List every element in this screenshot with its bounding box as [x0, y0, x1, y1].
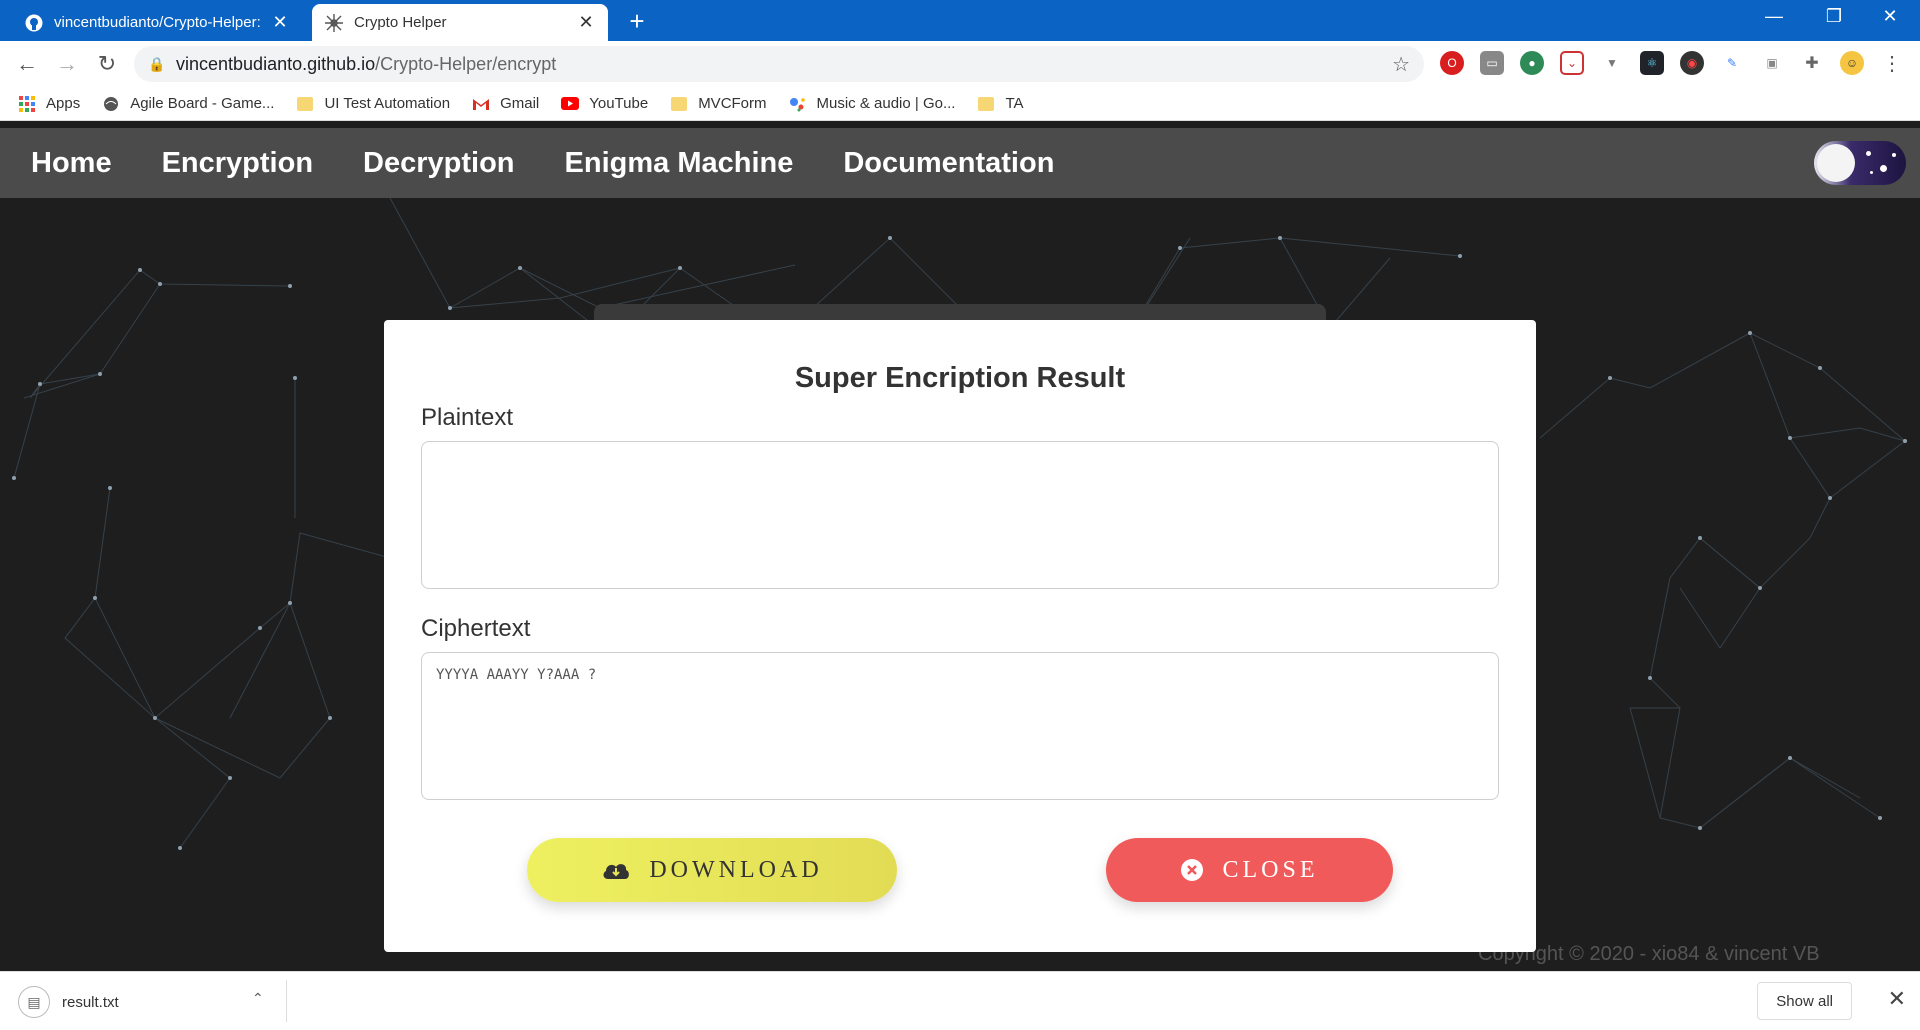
close-button[interactable]: CLOSE [1106, 838, 1393, 902]
moon-icon [1817, 144, 1855, 182]
apps-grid-icon [18, 95, 36, 113]
cloud-download-icon [601, 859, 631, 881]
new-tab-button[interactable]: + [622, 6, 652, 37]
close-tab-icon[interactable]: ✕ [576, 12, 596, 33]
opera-extension-icon[interactable]: O [1440, 51, 1464, 75]
bookmark-ta[interactable]: TA [977, 95, 1024, 113]
folder-icon [296, 95, 314, 113]
globe-icon [102, 95, 120, 113]
close-circle-icon [1180, 858, 1204, 882]
download-shelf: ▤ result.txt ⌃ Show all ✕ [0, 971, 1920, 1030]
folder-icon [977, 95, 995, 113]
close-label: CLOSE [1222, 856, 1319, 883]
github-icon [24, 13, 44, 33]
shelf-divider [286, 980, 287, 1022]
plaintext-label: Plaintext [421, 404, 514, 431]
close-shelf-icon[interactable]: ✕ [1888, 986, 1906, 1012]
youtube-icon [561, 95, 580, 113]
window-close-button[interactable]: ✕ [1870, 6, 1910, 27]
bookmark-label: YouTube [589, 95, 649, 112]
nav-encryption[interactable]: Encryption [162, 147, 313, 180]
download-label: DOWNLOAD [649, 856, 823, 883]
screenshot-extension-icon[interactable]: ▣ [1760, 51, 1784, 75]
bookmark-agile-board[interactable]: Agile Board - Game... [102, 95, 274, 113]
bookmark-label: Agile Board - Game... [130, 95, 275, 112]
url-host: vincentbudianto.github.io [176, 53, 376, 74]
ciphertext-textarea[interactable]: YYYYA AAAYY Y?AAA ? [421, 652, 1499, 800]
vue-extension-icon[interactable]: ▼ [1600, 51, 1624, 75]
bookmark-label: Gmail [500, 95, 540, 112]
bookmark-ui-test-automation[interactable]: UI Test Automation [296, 95, 450, 113]
bookmark-mvcform[interactable]: MVCForm [670, 95, 767, 113]
star-icon [1870, 171, 1873, 174]
crypto-helper-favicon [324, 13, 344, 33]
url-path: /Crypto-Helper/encrypt [375, 53, 557, 74]
browser-toolbar: ← → ↻ 🔒 vincentbudianto.github.io/Crypto… [0, 41, 1920, 87]
encryption-result-modal: Super Encription Result Plaintext Cipher… [384, 320, 1536, 952]
star-icon [1880, 165, 1887, 172]
address-bar[interactable]: 🔒 vincentbudianto.github.io/Crypto-Helpe… [134, 46, 1424, 82]
record-extension-icon[interactable]: ◉ [1680, 51, 1704, 75]
google-assistant-icon [789, 95, 807, 113]
download-file-name: result.txt [62, 993, 119, 1011]
tab-github[interactable]: vincentbudianto/Crypto-Helper: ✕ [12, 4, 302, 41]
reload-icon[interactable]: ↻ [92, 49, 122, 79]
text-file-icon: ▤ [18, 986, 50, 1018]
extensions-area: O ▭ ● ⌄ ▼ ⚛ ◉ ✎ ▣ ✚ ☺ [1440, 51, 1864, 75]
bookmark-label: MVCForm [698, 95, 767, 112]
dark-mode-toggle[interactable] [1814, 141, 1906, 185]
bookmark-label: Music & audio | Go... [816, 95, 956, 112]
browser-menu-icon[interactable]: ⋮ [1882, 51, 1902, 76]
bookmark-label: TA [1005, 95, 1024, 112]
star-icon [1866, 151, 1871, 156]
close-tab-icon[interactable]: ✕ [270, 12, 290, 33]
globe-extension-icon[interactable]: ● [1520, 51, 1544, 75]
ciphertext-label: Ciphertext [421, 615, 531, 642]
page-content: Home Encryption Decryption Enigma Machin… [0, 128, 1920, 971]
profile-avatar-icon[interactable]: ☺ [1840, 51, 1864, 75]
nav-home[interactable]: Home [31, 147, 112, 180]
bookmark-music-audio[interactable]: Music & audio | Go... [789, 95, 956, 113]
nav-enigma-machine[interactable]: Enigma Machine [565, 147, 794, 180]
nav-decryption[interactable]: Decryption [363, 147, 514, 180]
back-arrow-icon[interactable]: ← [12, 49, 42, 79]
download-item[interactable]: ▤ result.txt [18, 986, 288, 1018]
star-icon [1892, 153, 1896, 157]
bookmark-label: UI Test Automation [324, 95, 451, 112]
lock-icon: 🔒 [148, 55, 166, 72]
folder-icon [670, 95, 688, 113]
react-extension-icon[interactable]: ⚛ [1640, 51, 1664, 75]
minimize-button[interactable]: — [1754, 6, 1794, 27]
show-all-button[interactable]: Show all [1757, 982, 1852, 1020]
tab-title: Crypto Helper [354, 14, 447, 31]
browser-tab-strip: vincentbudianto/Crypto-Helper: ✕ Crypto … [0, 0, 1920, 41]
forward-arrow-icon[interactable]: → [52, 49, 82, 79]
restore-button[interactable]: ❐ [1814, 6, 1854, 27]
pocket-extension-icon[interactable]: ⌄ [1560, 51, 1584, 75]
bookmark-youtube[interactable]: YouTube [561, 95, 648, 113]
bookmark-label: Apps [46, 95, 81, 112]
bookmark-apps[interactable]: Apps [18, 95, 80, 113]
nav-documentation[interactable]: Documentation [843, 147, 1054, 180]
plaintext-textarea[interactable] [421, 441, 1499, 589]
modal-title: Super Encription Result [794, 362, 1126, 394]
bookmarks-bar: Apps Agile Board - Game... UI Test Autom… [0, 87, 1920, 121]
feather-extension-icon[interactable]: ✎ [1720, 51, 1744, 75]
chevron-up-icon[interactable]: ⌃ [252, 990, 264, 1007]
tab-crypto-helper[interactable]: Crypto Helper ✕ [312, 4, 608, 41]
bookmark-gmail[interactable]: Gmail [472, 95, 539, 113]
site-navbar: Home Encryption Decryption Enigma Machin… [0, 128, 1920, 198]
download-button[interactable]: DOWNLOAD [527, 838, 897, 902]
tab-title: vincentbudianto/Crypto-Helper: [54, 14, 261, 31]
bookmark-star-icon[interactable]: ☆ [1392, 52, 1410, 77]
puzzle-extensions-icon[interactable]: ✚ [1800, 51, 1824, 75]
gmail-icon [472, 95, 490, 113]
chat-extension-icon[interactable]: ▭ [1480, 51, 1504, 75]
